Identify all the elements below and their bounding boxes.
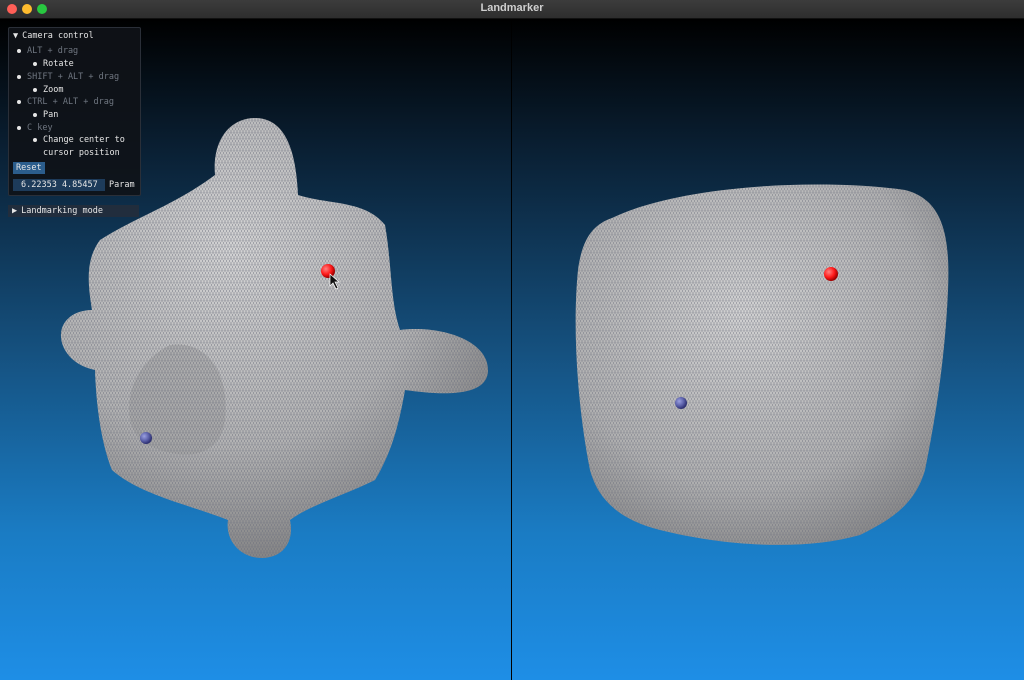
landmarking-mode-header[interactable]: ▶ Landmarking mode <box>8 205 139 217</box>
landmark-blue-right[interactable] <box>675 397 687 409</box>
camera-control-panel: ▼ Camera control ALT + drag Rotate SHIFT … <box>8 27 141 196</box>
list-item: Pan <box>33 110 58 120</box>
list-item: Rotate <box>33 59 74 69</box>
list-item: C key <box>17 123 53 133</box>
right-mesh[interactable] <box>575 184 949 545</box>
mesh-canvas[interactable] <box>0 0 1024 680</box>
bullet-icon <box>17 125 21 130</box>
landmark-red-right[interactable] <box>824 267 838 281</box>
landmark-blue-left[interactable] <box>140 432 152 444</box>
param-input[interactable]: 6.22353 4.85457 <box>13 179 105 191</box>
app-window: Landmarker ▼ Camera control ALT + drag R… <box>0 0 1024 680</box>
triangle-down-icon[interactable]: ▼ <box>13 31 18 41</box>
list-item: ALT + drag <box>17 46 78 56</box>
list-item: cursor position <box>43 148 120 158</box>
bullet-icon <box>33 112 37 117</box>
list-item: Zoom <box>33 85 63 95</box>
list-item: CTRL + ALT + drag <box>17 97 114 107</box>
bullet-icon <box>17 48 21 53</box>
param-label: Param <box>109 180 135 190</box>
reset-button[interactable]: Reset <box>13 162 45 174</box>
bullet-icon <box>33 61 37 66</box>
bullet-icon <box>17 74 21 79</box>
bullet-icon <box>33 137 37 142</box>
bullet-icon <box>33 87 37 92</box>
landmark-red-left[interactable] <box>321 264 335 278</box>
bullet-icon <box>17 99 21 104</box>
list-item: SHIFT + ALT + drag <box>17 72 119 82</box>
camera-control-header[interactable]: ▼ Camera control <box>13 31 94 41</box>
list-item: Change center to <box>33 135 125 145</box>
triangle-right-icon[interactable]: ▶ <box>12 206 17 216</box>
